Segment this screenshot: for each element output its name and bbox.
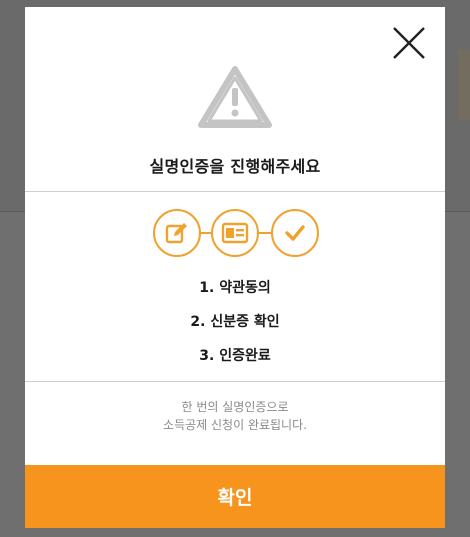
close-icon xyxy=(393,27,425,59)
step-1-label: 1. 약관동의 xyxy=(199,280,271,296)
divider-bottom xyxy=(25,381,445,382)
info-note: 한 번의 실명인증으로 소득공제 신청이 완료됩니다. xyxy=(25,398,445,434)
step-3-circle xyxy=(271,209,319,257)
edit-icon xyxy=(165,223,187,244)
step-1-circle xyxy=(153,209,201,257)
step-3-label: 3. 인증완료 xyxy=(199,348,271,364)
verification-modal: 실명인증을 진행해주세요 1. 약관동의 2. 신분증 확인 3. 인증완료 한… xyxy=(25,7,445,528)
id-card-icon xyxy=(221,222,249,244)
modal-title: 실명인증을 진행해주세요 xyxy=(149,157,321,176)
background-edge xyxy=(458,50,470,120)
step-2-circle xyxy=(211,209,259,257)
info-note-line-1: 한 번의 실명인증으로 xyxy=(181,400,289,414)
step-indicator xyxy=(153,209,319,257)
step-2-label: 2. 신분증 확인 xyxy=(190,314,280,330)
close-button[interactable] xyxy=(389,23,429,63)
step-connector xyxy=(259,232,271,234)
confirm-button[interactable]: 확인 xyxy=(25,465,445,528)
warning-icon xyxy=(198,66,272,128)
check-icon xyxy=(285,225,305,241)
info-note-line-2: 소득공제 신청이 완료됩니다. xyxy=(163,418,307,432)
divider-top xyxy=(25,191,445,192)
